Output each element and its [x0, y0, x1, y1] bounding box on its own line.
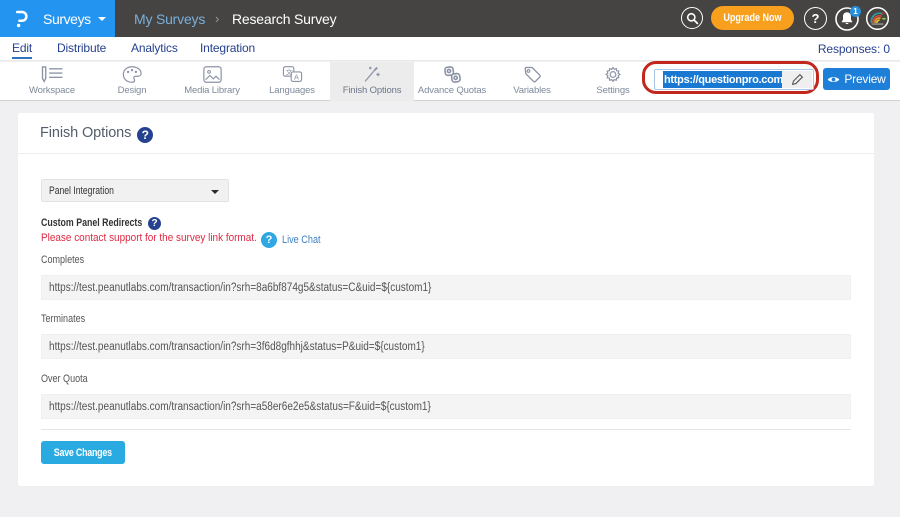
svg-text:A: A [294, 73, 299, 82]
svg-text:文: 文 [285, 68, 292, 77]
